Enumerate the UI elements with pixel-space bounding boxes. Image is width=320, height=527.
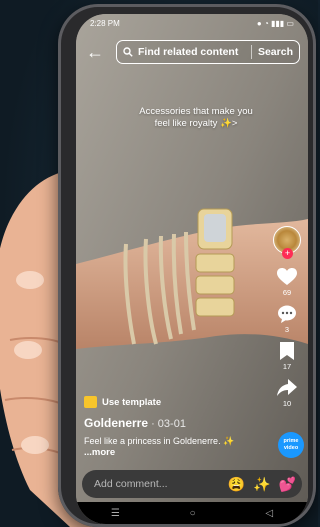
- comment-icon: [278, 305, 296, 323]
- bookmark-icon: [280, 342, 294, 360]
- author-line[interactable]: Goldenerre · 03-01: [84, 416, 268, 430]
- video-info: Use template Goldenerre · 03-01 Feel lik…: [84, 396, 268, 458]
- status-time: 2:28 PM: [90, 18, 120, 28]
- like-count: 69: [282, 288, 292, 297]
- template-icon: [84, 396, 97, 408]
- emoji-sparkles-button[interactable]: ✨: [253, 476, 270, 493]
- search-button[interactable]: Search: [258, 46, 293, 58]
- prime-video-badge[interactable]: prime video: [278, 432, 304, 458]
- video-description: Feel like a princess in Goldenerre. ✨: [84, 436, 235, 446]
- action-rail: + 69 3 17 10: [272, 226, 302, 416]
- search-divider: [250, 45, 252, 59]
- share-button[interactable]: 10: [272, 379, 302, 408]
- more-link[interactable]: ...more: [84, 447, 268, 458]
- use-template-button[interactable]: Use template: [84, 396, 268, 408]
- save-count: 17: [282, 362, 292, 371]
- comment-input[interactable]: Add comment... 😩 ✨ 💕: [82, 470, 302, 498]
- comment-button[interactable]: 3: [272, 305, 302, 334]
- like-button[interactable]: 69: [272, 268, 302, 297]
- phone-screen: 2:28 PM ● ◔ ▮▮▮ ▭ ← Find related content…: [76, 14, 308, 524]
- search-placeholder: Find related content: [138, 46, 239, 58]
- avatar[interactable]: +: [273, 226, 301, 259]
- share-arrow-icon: [277, 379, 297, 396]
- comment-count: 3: [284, 325, 290, 334]
- search-icon: [123, 47, 133, 57]
- video-caption[interactable]: Accessories that make you feel like roya…: [136, 106, 256, 130]
- recent-apps-icon[interactable]: ☰: [111, 508, 120, 519]
- top-bar: ← Find related content Search: [76, 38, 308, 66]
- status-bar: 2:28 PM ● ◔ ▮▮▮ ▭: [76, 16, 308, 30]
- save-button[interactable]: 17: [272, 342, 302, 371]
- system-nav-bar: ☰ ○ ◁: [76, 502, 308, 524]
- template-label: Use template: [102, 396, 162, 408]
- heart-icon: [277, 268, 297, 285]
- follow-plus-icon[interactable]: +: [282, 248, 293, 259]
- creator-avatar-item[interactable]: +: [272, 226, 302, 259]
- home-icon[interactable]: ○: [190, 508, 196, 519]
- share-count: 10: [282, 399, 292, 408]
- back-nav-icon[interactable]: ◁: [265, 508, 273, 519]
- author-name[interactable]: Goldenerre: [84, 416, 148, 430]
- comment-placeholder: Add comment...: [94, 478, 168, 490]
- back-arrow-icon[interactable]: ←: [86, 42, 108, 63]
- status-icons: ● ◔ ▮▮▮ ▭: [256, 18, 294, 28]
- search-input[interactable]: Find related content Search: [116, 40, 300, 64]
- emoji-weary-button[interactable]: 😩: [228, 476, 245, 493]
- post-date: · 03-01: [148, 418, 186, 430]
- emoji-hearts-button[interactable]: 💕: [279, 476, 296, 493]
